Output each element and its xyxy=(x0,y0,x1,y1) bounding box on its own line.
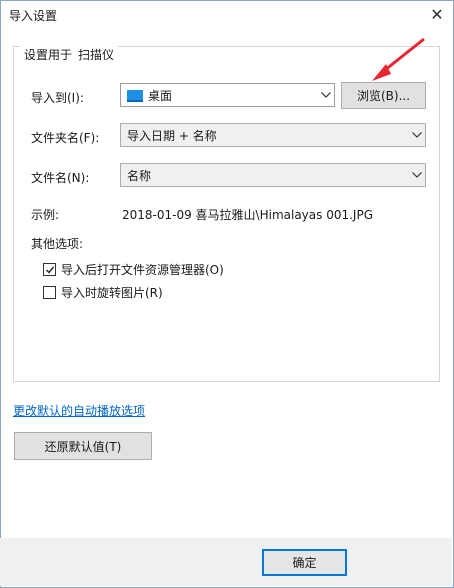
close-icon[interactable]: ✕ xyxy=(425,3,449,25)
title-bar: 导入设置 ✕ xyxy=(1,1,453,29)
annotation-arrow-icon xyxy=(372,37,425,81)
example-label: 示例: xyxy=(31,208,60,222)
ok-button[interactable]: 确定 xyxy=(262,549,347,576)
dialog-title: 导入设置 xyxy=(9,9,58,23)
rotate-checkbox[interactable]: 导入时旋转图片(R) xyxy=(43,284,163,301)
open-explorer-checkbox[interactable]: 导入后打开文件资源管理器(O) xyxy=(43,261,224,278)
group-legend-target: 扫描仪 xyxy=(78,48,115,62)
file-name-value: 名称 xyxy=(127,168,152,183)
import-to-value: 桌面 xyxy=(148,88,173,103)
group-legend: 设置用于 扫描仪 xyxy=(20,46,119,63)
dialog-footer xyxy=(0,538,452,586)
checkbox-checked-icon xyxy=(43,263,56,276)
checkbox-unchecked-icon xyxy=(43,286,56,299)
other-options-label: 其他选项: xyxy=(31,237,84,251)
folder-name-dropdown[interactable]: 导入日期 + 名称 xyxy=(120,123,426,147)
open-explorer-label: 导入后打开文件资源管理器(O) xyxy=(61,263,224,277)
import-to-dropdown[interactable]: 桌面 xyxy=(120,83,335,107)
browse-button[interactable]: 浏览(B)... xyxy=(341,82,426,109)
import-to-label: 导入到(I): xyxy=(31,91,84,105)
folder-name-value: 导入日期 + 名称 xyxy=(127,128,217,143)
folder-name-label: 文件夹名(F): xyxy=(31,131,100,145)
chevron-down-icon xyxy=(409,163,425,187)
group-legend-prefix: 设置用于 xyxy=(24,48,73,62)
rotate-label: 导入时旋转图片(R) xyxy=(61,286,163,300)
file-name-label: 文件名(N): xyxy=(31,171,90,185)
chevron-down-icon xyxy=(409,123,425,147)
desktop-folder-icon xyxy=(127,89,143,102)
example-value: 2018-01-09 喜马拉雅山\Himalayas 001.JPG xyxy=(122,208,373,222)
chevron-down-icon xyxy=(318,83,334,107)
change-autoplay-link[interactable]: 更改默认的自动播放选项 xyxy=(13,402,145,419)
restore-defaults-button[interactable]: 还原默认值(T) xyxy=(14,432,152,460)
file-name-dropdown[interactable]: 名称 xyxy=(120,163,426,187)
